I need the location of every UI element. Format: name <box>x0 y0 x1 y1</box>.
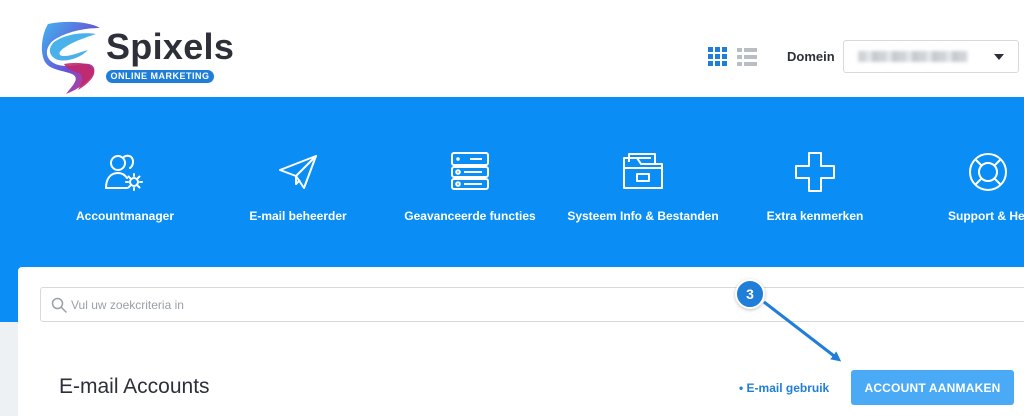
step-badge: 3 <box>735 279 765 309</box>
annotation-arrow <box>763 300 842 362</box>
